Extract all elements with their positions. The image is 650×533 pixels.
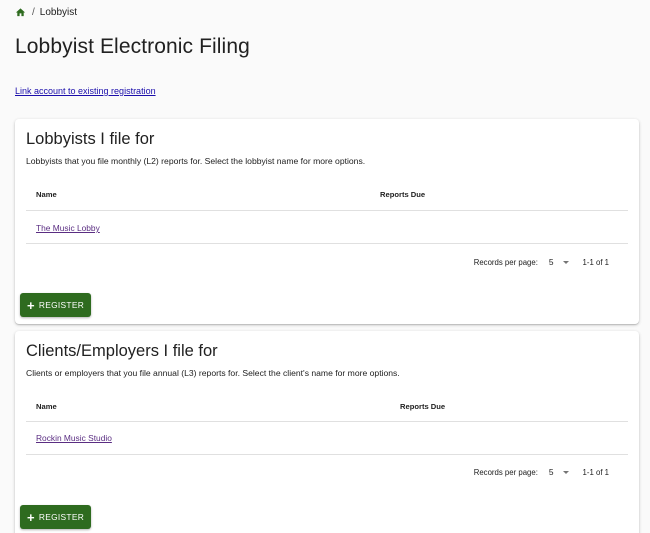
register-button-label: REGISTER [38,512,85,522]
table-divider [26,243,628,244]
records-per-page-label: Records per page: [473,467,538,477]
breadcrumb-separator: / [32,7,35,18]
link-account-link[interactable]: Link account to existing registration [15,86,156,96]
records-per-page-value: 5 [548,467,554,477]
chevron-down-icon [562,470,569,474]
register-client-button[interactable]: + REGISTER [20,505,91,529]
client-row-link[interactable]: Rockin Music Studio [36,433,112,443]
table-divider [26,454,628,455]
breadcrumb: / Lobbyist [15,7,77,18]
column-header-name[interactable]: Name [36,190,57,199]
lobbyists-card-subtitle: Lobbyists that you file monthly (L2) rep… [26,156,366,166]
register-button-label: REGISTER [38,300,85,310]
lobbyists-card-title: Lobbyists I file for [26,130,155,148]
clients-card: Clients/Employers I file for Clients or … [15,331,639,533]
table-pagination: Records per page: 5 1-1 of 1 [474,257,609,267]
records-per-page-select[interactable]: 5 [549,257,569,267]
clients-card-subtitle: Clients or employers that you file annua… [26,368,400,378]
chevron-down-icon [562,260,569,264]
column-header-reports-due[interactable]: Reports Due [380,190,425,199]
table-pagination: Records per page: 5 1-1 of 1 [474,467,609,477]
records-per-page-value: 5 [548,257,554,267]
plus-icon: + [26,297,35,313]
column-header-name[interactable]: Name [36,402,57,411]
home-icon[interactable] [15,7,26,18]
register-lobbyist-button[interactable]: + REGISTER [20,293,91,317]
pagination-range: 1-1 of 1 [582,467,609,477]
table-divider [26,421,628,422]
plus-icon: + [26,509,35,525]
records-per-page-select[interactable]: 5 [549,467,569,477]
breadcrumb-current: Lobbyist [39,7,78,18]
column-header-reports-due[interactable]: Reports Due [400,402,445,411]
lobbyists-card: Lobbyists I file for Lobbyists that you … [15,119,639,324]
pagination-range: 1-1 of 1 [582,257,609,267]
lobbyist-row-link[interactable]: The Music Lobby [36,223,100,233]
clients-card-title: Clients/Employers I file for [26,342,218,360]
table-divider [26,210,628,211]
records-per-page-label: Records per page: [473,257,538,267]
page-title: Lobbyist Electronic Filing [15,35,250,58]
